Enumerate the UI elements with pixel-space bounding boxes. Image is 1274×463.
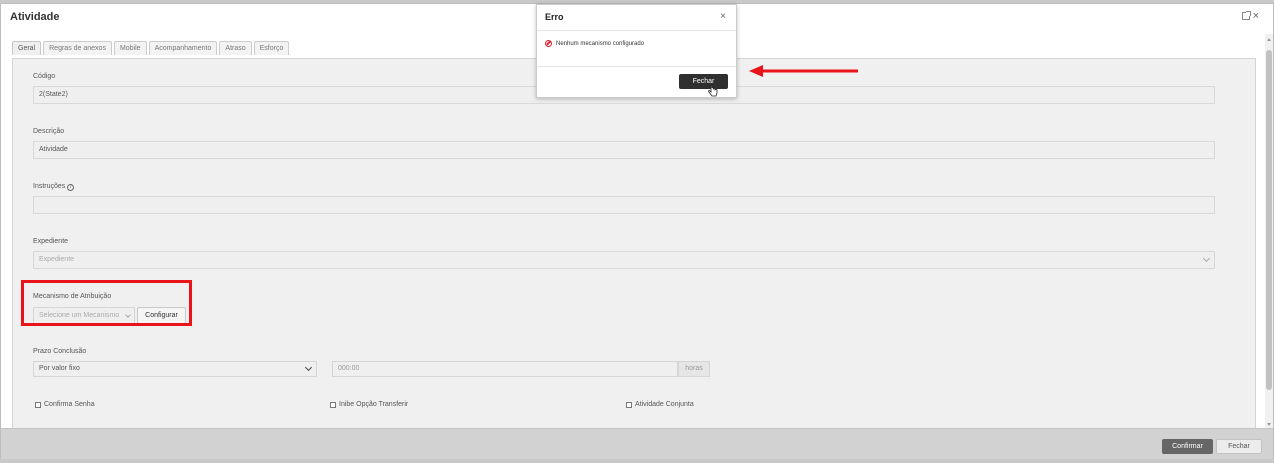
- tab-geral[interactable]: Geral: [12, 41, 42, 55]
- dialog-message: Nenhum mecanismo configurado: [545, 40, 644, 47]
- chevron-down-icon: [304, 363, 313, 372]
- close-button[interactable]: Fechar: [1216, 439, 1262, 454]
- window-title: Atividade: [10, 11, 60, 23]
- prazo-select[interactable]: Por valor fixo: [33, 361, 317, 377]
- info-icon[interactable]: i: [67, 184, 75, 191]
- window-controls: ×: [1241, 11, 1259, 22]
- confirm-button[interactable]: Confirmar: [1162, 439, 1213, 454]
- error-icon: [545, 40, 552, 47]
- scrollbar[interactable]: [1265, 34, 1273, 430]
- window-footer: Confirmar Fechar: [1, 428, 1273, 459]
- atividade-conjunta-checkbox[interactable]: Atividade Conjunta: [626, 401, 694, 408]
- close-window-icon[interactable]: ×: [1253, 11, 1259, 22]
- dialog-title: Erro: [545, 12, 564, 22]
- error-dialog: Erro × Nenhum mecanismo configurado Fech…: [536, 4, 737, 98]
- tab-bar: Geral Regras de anexos Mobile Acompanham…: [12, 41, 291, 55]
- scroll-down-icon[interactable]: [1267, 423, 1271, 426]
- expediente-select[interactable]: Expediente: [33, 251, 1215, 269]
- checkbox-box[interactable]: [35, 401, 41, 408]
- codigo-label: Código: [33, 73, 56, 80]
- popout-icon[interactable]: [1241, 11, 1251, 20]
- tab-atraso[interactable]: Atraso: [219, 41, 252, 55]
- expediente-label: Expediente: [33, 238, 69, 245]
- form-panel: Código 2(State2) Descrição Atividade Ins…: [12, 58, 1256, 430]
- prazo-time-input[interactable]: 000:00: [332, 361, 678, 377]
- inibe-transferir-checkbox[interactable]: Inibe Opção Transferir: [330, 401, 408, 408]
- divider: [537, 66, 736, 67]
- dialog-fechar-button[interactable]: Fechar: [679, 74, 728, 89]
- scroll-thumb[interactable]: [1266, 50, 1272, 390]
- tab-esforco[interactable]: Esforço: [253, 41, 290, 55]
- tab-regras-de-anexos[interactable]: Regras de anexos: [43, 41, 112, 55]
- dialog-message-text: Nenhum mecanismo configurado: [556, 40, 645, 47]
- confirma-senha-label: Confirma Senha: [44, 401, 95, 408]
- atividade-conjunta-label: Atividade Conjunta: [635, 401, 694, 408]
- scroll-up-icon[interactable]: [1267, 38, 1271, 41]
- dialog-close-icon[interactable]: ×: [720, 11, 726, 22]
- checkbox-box[interactable]: [626, 401, 632, 408]
- prazo-label: Prazo Conclusão: [33, 348, 87, 355]
- descricao-label: Descrição: [33, 128, 65, 135]
- instrucoes-label-text: Instruções: [33, 183, 66, 190]
- confirma-senha-checkbox[interactable]: Confirma Senha: [35, 401, 95, 408]
- prazo-value: Por valor fixo: [39, 365, 80, 372]
- red-arrow-annotation: [749, 65, 858, 77]
- checkbox-box[interactable]: [330, 401, 336, 408]
- instrucoes-label: Instruções i: [33, 183, 75, 191]
- instrucoes-field[interactable]: [33, 196, 1215, 214]
- tab-mobile[interactable]: Mobile: [113, 41, 147, 55]
- highlight-box: [21, 280, 192, 326]
- tab-acompanhamento[interactable]: Acompanhamento: [148, 41, 218, 55]
- expediente-value: Expediente: [39, 256, 75, 263]
- descricao-field[interactable]: Atividade: [33, 141, 1215, 159]
- divider: [537, 30, 736, 31]
- prazo-time-unit: horas: [678, 361, 710, 377]
- chevron-down-icon: [1202, 254, 1211, 263]
- hand-cursor-icon: [708, 85, 718, 97]
- inibe-transferir-label: Inibe Opção Transferir: [339, 401, 409, 408]
